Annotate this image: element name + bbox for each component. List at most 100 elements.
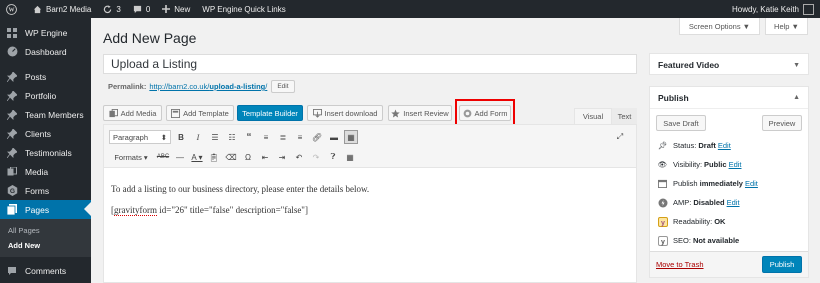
special-character-icon[interactable]: Ω — [241, 150, 255, 164]
insert-download-label: Insert download — [324, 108, 378, 118]
numbered-list-icon[interactable]: ☷ — [225, 130, 239, 144]
italic-icon[interactable]: I — [191, 130, 205, 144]
sidebar-item-forms[interactable]: G Forms — [0, 181, 91, 200]
wordpress-logo-icon: W — [6, 3, 17, 15]
add-template-button[interactable]: Add Template — [166, 105, 234, 121]
svg-text:y: y — [661, 239, 665, 246]
collapse-arrow-icon[interactable]: ▼ — [793, 62, 800, 69]
editor-content[interactable]: To add a listing to our business directo… — [104, 168, 636, 216]
publish-date-label: Publish — [673, 179, 698, 188]
align-left-icon[interactable]: ≡ — [259, 130, 273, 144]
visibility-value: Public — [704, 160, 727, 169]
read-more-icon[interactable]: ▬ — [327, 130, 341, 144]
featured-video-header[interactable]: Featured Video ▼ — [650, 54, 808, 76]
align-right-icon[interactable]: ≡ — [293, 130, 307, 144]
sidebar-item-media[interactable]: Media — [0, 162, 91, 181]
sidebar-item-label: Team Members — [25, 109, 84, 120]
wp-logo-menu[interactable]: W — [0, 0, 27, 18]
permalink-label: Permalink: — [108, 82, 147, 91]
edit-status-link[interactable]: Edit — [718, 141, 731, 150]
seo-value: Not available — [692, 236, 740, 245]
add-template-label: Add Template — [183, 108, 229, 118]
redo-icon[interactable]: ↷ — [309, 150, 323, 164]
edit-permalink-button[interactable]: Edit — [271, 80, 295, 93]
readability-row: y Readability: OK — [650, 212, 808, 231]
svg-text:G: G — [9, 188, 14, 195]
publish-button[interactable]: Publish — [762, 256, 802, 273]
help-icon[interactable]: ❓︎ — [326, 150, 340, 164]
formats-dropdown[interactable]: Formats ▾ — [109, 150, 153, 164]
visibility-label: Visibility: — [673, 160, 703, 169]
clear-formatting-icon[interactable]: ⌫ — [224, 150, 238, 164]
svg-text:W: W — [8, 7, 14, 13]
link-icon[interactable]: 🔗︎ — [310, 130, 324, 144]
edit-visibility-link[interactable]: Edit — [729, 160, 742, 169]
edit-publish-date-link[interactable]: Edit — [745, 179, 758, 188]
toolbar-toggle-icon[interactable]: ▦ — [344, 130, 358, 144]
sidebar-item-dashboard[interactable]: Dashboard — [0, 42, 91, 61]
strikethrough-icon[interactable]: ABC — [156, 150, 170, 164]
horizontal-line-icon[interactable]: — — [173, 150, 187, 164]
bullet-list-icon[interactable]: ☰ — [208, 130, 222, 144]
permalink-prefix: http://barn2.co.uk/ — [149, 82, 210, 91]
pin-icon — [6, 147, 18, 159]
updates-count: 3 — [116, 4, 121, 14]
sidebar-item-team-members[interactable]: Team Members — [0, 105, 91, 124]
sidebar-item-wp-engine[interactable]: WP Engine — [0, 23, 91, 42]
publish-header[interactable]: Publish ▲ — [650, 87, 808, 109]
tab-visual[interactable]: Visual — [574, 108, 612, 124]
align-center-icon[interactable]: ≣ — [276, 130, 290, 144]
fullscreen-icon[interactable]: ⤢ — [613, 130, 627, 144]
post-title-input[interactable]: Upload a Listing — [103, 54, 637, 74]
sidebar-item-label: Dashboard — [25, 46, 67, 57]
permalink-row: Permalink: http://barn2.co.uk/upload-a-l… — [108, 80, 295, 93]
sidebar-item-portfolio[interactable]: Portfolio — [0, 86, 91, 105]
undo-icon[interactable]: ↶ — [292, 150, 306, 164]
blockquote-icon[interactable]: “ — [242, 130, 256, 144]
indent-icon[interactable]: ⇥ — [275, 150, 289, 164]
collapse-arrow-icon[interactable]: ▲ — [793, 94, 800, 101]
sidebar-item-pages[interactable]: Pages — [0, 200, 91, 219]
screen-options-button[interactable]: Screen Options ▼ — [679, 18, 760, 35]
move-to-trash-link[interactable]: Move to Trash — [656, 260, 704, 269]
permalink-url[interactable]: http://barn2.co.uk/upload-a-listing/ — [149, 82, 267, 91]
insert-download-button[interactable]: Insert download — [307, 105, 383, 121]
insert-review-button[interactable]: Insert Review — [388, 105, 452, 121]
wp-engine-quick-links[interactable]: WP Engine Quick Links — [196, 0, 291, 18]
visibility-row: 👁︎ Visibility: Public Edit — [650, 155, 808, 174]
new-content-menu[interactable]: New — [156, 0, 196, 18]
wp-engine-icon — [6, 27, 18, 39]
add-form-highlight-box — [455, 99, 515, 127]
dropdown-arrow-icon: ⬍ — [160, 132, 167, 142]
sidebar-item-posts[interactable]: Posts — [0, 67, 91, 86]
template-builder-label: Template Builder — [242, 108, 298, 118]
updates-link[interactable]: 3 — [97, 0, 126, 18]
preview-button[interactable]: Preview — [762, 115, 802, 131]
paste-as-text-icon[interactable]: 📋︎ — [207, 150, 221, 164]
template-builder-button[interactable]: Template Builder — [237, 105, 303, 121]
submenu-add-new[interactable]: Add New — [0, 238, 91, 253]
content-paragraph: To add a listing to our business directo… — [111, 184, 370, 194]
save-draft-button[interactable]: Save Draft — [656, 115, 706, 131]
site-name-link[interactable]: Barn2 Media — [27, 0, 97, 18]
sidebar-item-clients[interactable]: Clients — [0, 124, 91, 143]
submenu-all-pages[interactable]: All Pages — [0, 223, 91, 238]
publish-actions: Move to Trash Publish — [650, 251, 808, 277]
media-icon — [109, 108, 118, 117]
edit-amp-link[interactable]: Edit — [727, 198, 740, 207]
add-media-button[interactable]: Add Media — [103, 105, 162, 121]
help-button[interactable]: Help ▼ — [765, 18, 808, 35]
outdent-icon[interactable]: ⇤ — [258, 150, 272, 164]
plus-icon — [162, 5, 171, 13]
comments-link[interactable]: 0 — [127, 0, 156, 18]
tab-text[interactable]: Text — [612, 108, 637, 124]
text-color-icon[interactable]: A ▾ — [190, 150, 204, 164]
table-icon[interactable]: ▦ — [343, 150, 357, 164]
bold-icon[interactable]: B — [174, 130, 188, 144]
paragraph-format-select[interactable]: Paragraph ⬍ — [109, 130, 171, 144]
sidebar-item-comments[interactable]: Comments — [0, 261, 91, 280]
sidebar-item-testimonials[interactable]: Testimonials — [0, 143, 91, 162]
pin-icon — [6, 128, 18, 140]
account-menu[interactable]: Howdy, Katie Keith — [732, 0, 814, 18]
status-label: Status: — [673, 141, 697, 150]
